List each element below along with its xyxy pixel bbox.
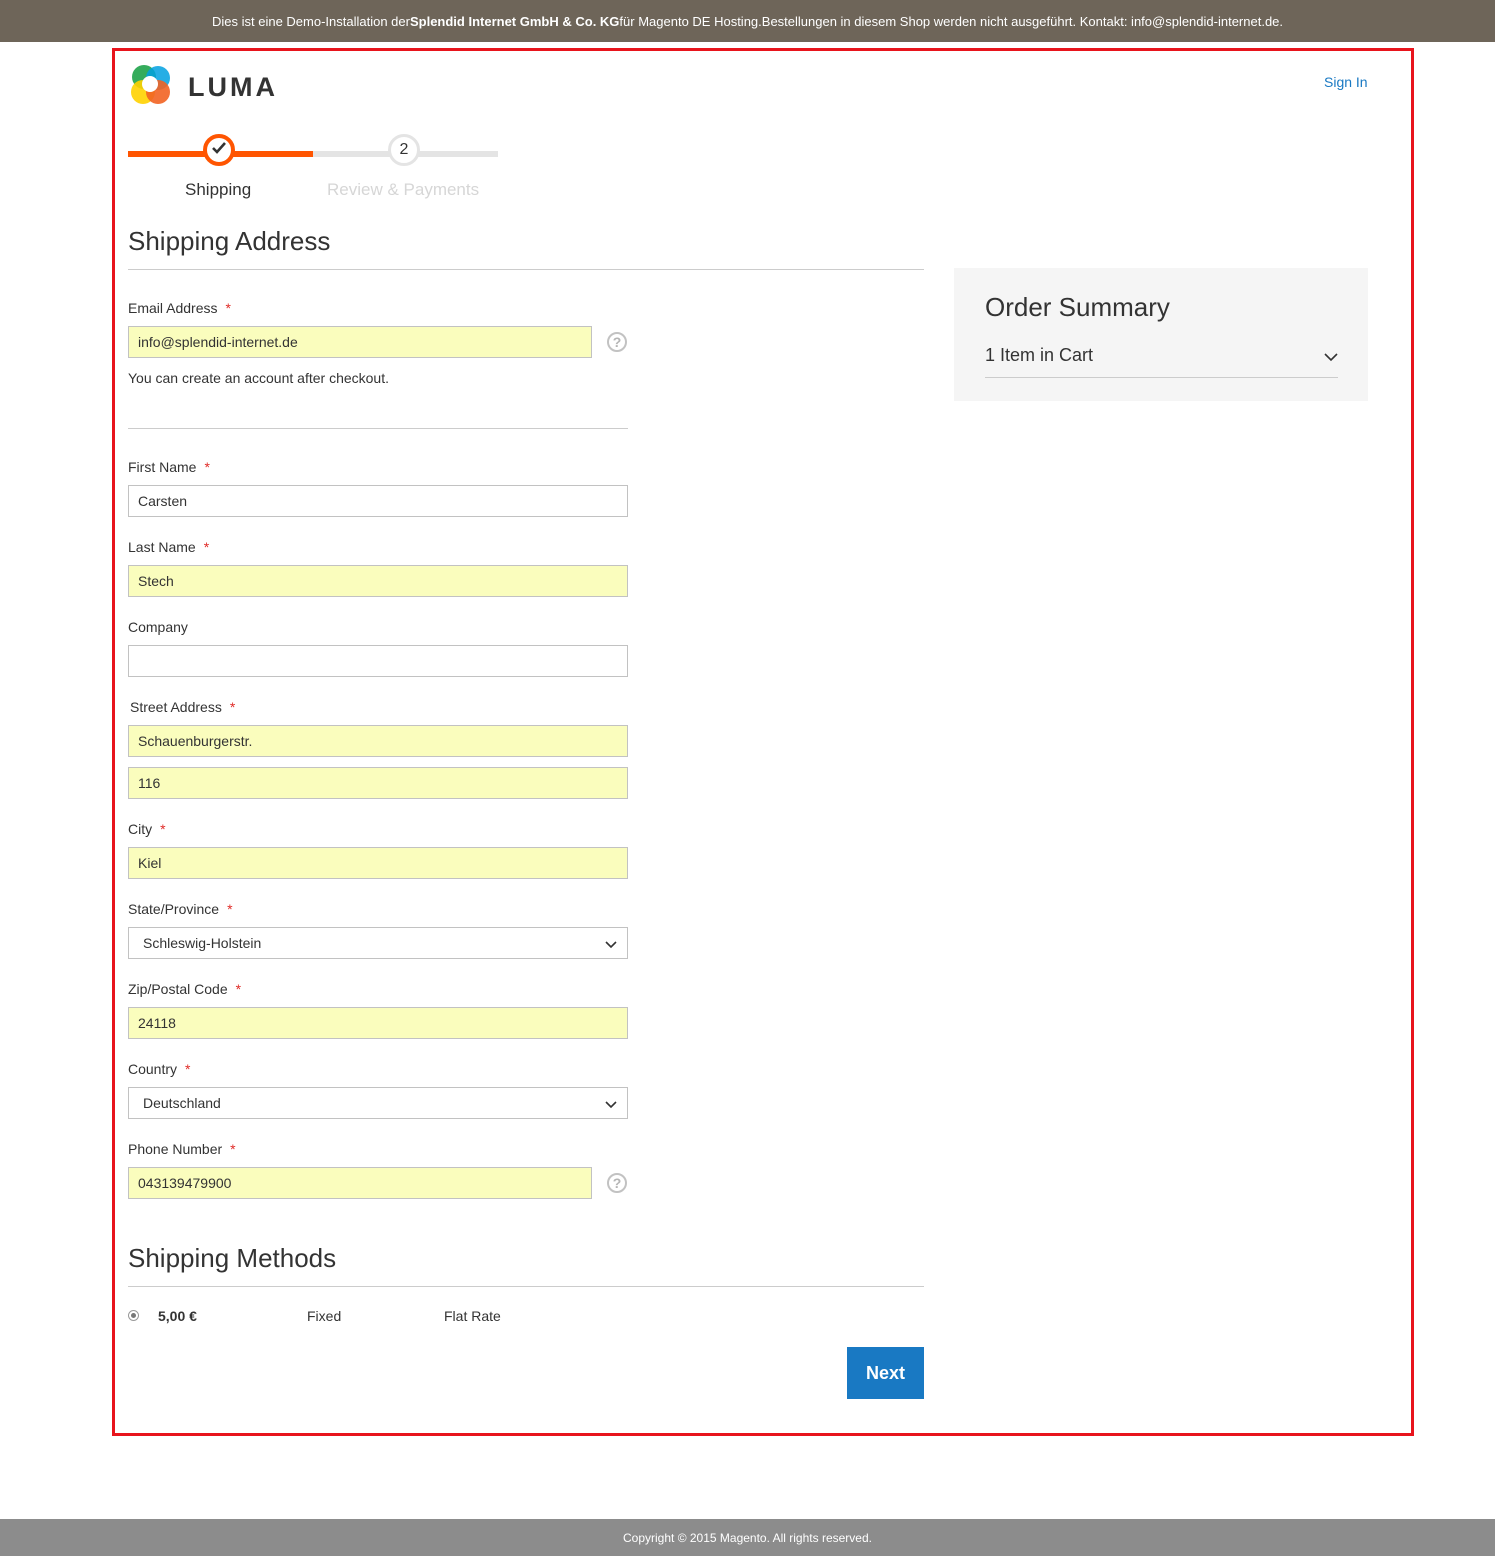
step-shipping-marker xyxy=(203,134,235,166)
checkmark-icon xyxy=(211,141,227,160)
first-name-label: First Name * xyxy=(128,459,210,475)
first-name-field[interactable] xyxy=(128,485,628,517)
shipping-method-name: Fixed xyxy=(307,1308,342,1324)
step-review-label: Review & Payments xyxy=(327,180,480,199)
step-shipping-label: Shipping xyxy=(185,180,252,199)
company-field[interactable] xyxy=(128,645,628,677)
email-note: You can create an account after checkout… xyxy=(128,370,389,386)
demo-notice-suffix: für Magento DE Hosting.Bestellungen in d… xyxy=(619,13,1284,29)
shipping-carrier-name: Flat Rate xyxy=(444,1308,501,1324)
chevron-down-icon xyxy=(605,937,617,953)
demo-notice-prefix: Dies ist eine Demo-Installation der xyxy=(211,13,410,29)
flat-rate-radio[interactable] xyxy=(128,1310,139,1321)
last-name-label: Last Name * xyxy=(128,539,210,555)
phone-label: Phone Number * xyxy=(128,1141,236,1157)
phone-field[interactable] xyxy=(128,1167,592,1199)
shipping-methods-title: Shipping Methods xyxy=(128,1243,337,1273)
items-in-cart-toggle[interactable]: 1 Item in Cart xyxy=(985,345,1093,366)
country-label: Country * xyxy=(128,1061,191,1077)
sign-in-link[interactable]: Sign In xyxy=(1324,74,1368,90)
shipping-price: 5,00 € xyxy=(158,1308,197,1324)
luma-logo-icon xyxy=(128,62,174,113)
order-summary-title: Order Summary xyxy=(985,292,1170,322)
email-field[interactable] xyxy=(128,326,592,358)
state-label: State/Province * xyxy=(128,901,233,917)
demo-notice-bar: Dies ist eine Demo-Installation der Sple… xyxy=(0,0,1495,42)
demo-notice-company: Splendid Internet GmbH & Co. KG xyxy=(409,13,620,29)
chevron-down-icon xyxy=(605,1097,617,1113)
shipping-address-title: Shipping Address xyxy=(128,226,331,256)
step-review-marker: 2 xyxy=(388,134,420,166)
company-label: Company xyxy=(128,619,188,635)
order-summary-panel: Order Summary 1 Item in Cart xyxy=(954,268,1368,401)
email-divider xyxy=(128,428,628,429)
copyright-text: Copyright © 2015 Magento. All rights res… xyxy=(623,1530,872,1545)
phone-help-icon[interactable]: ? xyxy=(607,1173,627,1193)
next-button[interactable]: Next xyxy=(847,1347,924,1399)
state-selected-value: Schleswig-Holstein xyxy=(143,935,262,951)
street-line2-field[interactable] xyxy=(128,767,628,799)
email-label: Email Address * xyxy=(128,300,231,316)
street-address-label: Street Address * xyxy=(130,699,236,715)
zip-label: Zip/Postal Code * xyxy=(128,981,242,997)
state-select[interactable]: Schleswig-Holstein xyxy=(128,927,628,959)
last-name-field[interactable] xyxy=(128,565,628,597)
logo[interactable]: LUMA xyxy=(128,62,278,113)
country-selected-value: Deutschland xyxy=(143,1095,221,1111)
order-summary-divider xyxy=(985,377,1338,378)
zip-field[interactable] xyxy=(128,1007,628,1039)
city-field[interactable] xyxy=(128,847,628,879)
shipping-address-divider xyxy=(128,269,924,270)
shipping-methods-divider xyxy=(128,1286,924,1287)
email-help-icon[interactable]: ? xyxy=(607,332,627,352)
country-select[interactable]: Deutschland xyxy=(128,1087,628,1119)
city-label: City * xyxy=(128,821,166,837)
street-line1-field[interactable] xyxy=(128,725,628,757)
chevron-down-icon[interactable] xyxy=(1324,350,1338,368)
footer: Copyright © 2015 Magento. All rights res… xyxy=(0,1519,1495,1556)
logo-text: LUMA xyxy=(188,72,278,102)
